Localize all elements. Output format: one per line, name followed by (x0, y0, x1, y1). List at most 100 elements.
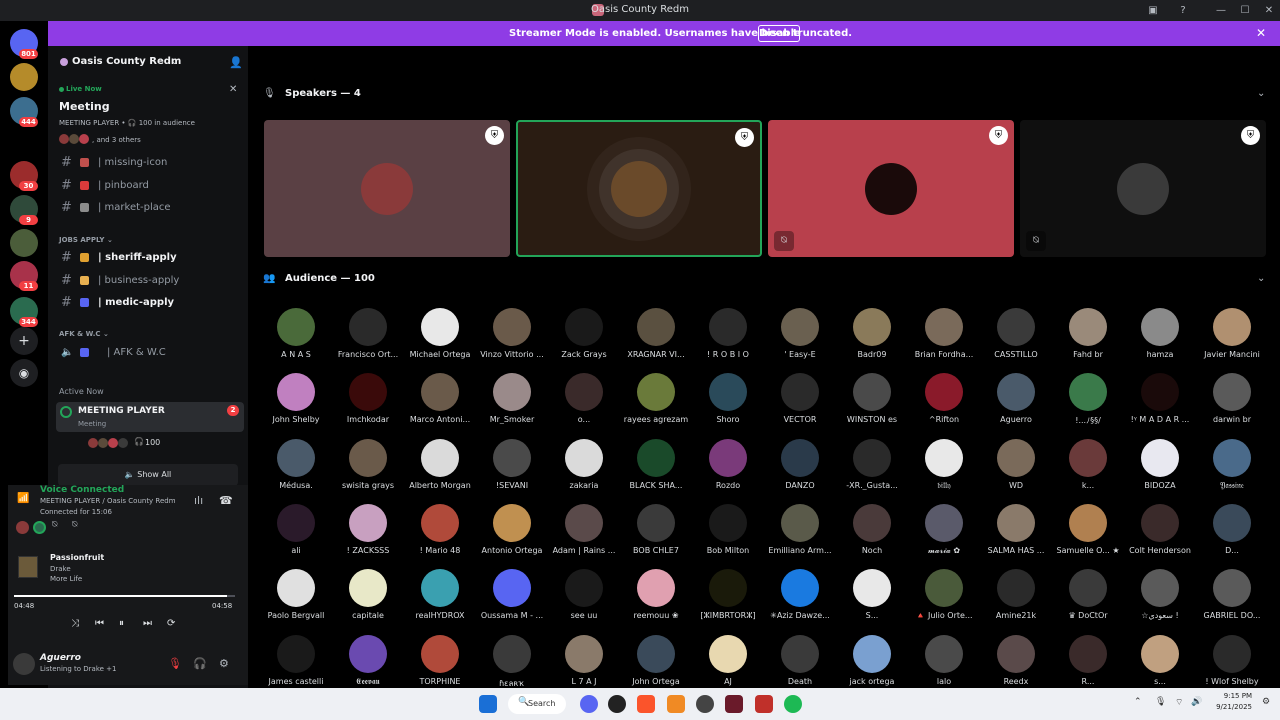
next-icon[interactable]: ⏭ (143, 618, 152, 629)
audience-member[interactable]: Rozdo (692, 438, 764, 499)
category-jobs-apply[interactable]: JOBS APPLY ⌄ (59, 236, 113, 244)
audience-member[interactable]: !...ﾉ§§/ (1052, 373, 1124, 433)
audience-member[interactable]: see uu (548, 569, 620, 629)
audience-member[interactable]: DANZO (764, 438, 836, 499)
audience-member[interactable]: Bob Milton (692, 503, 764, 564)
invite-icon[interactable]: 👤 (229, 56, 243, 69)
show-all-button[interactable]: 🔈 Show All (58, 464, 238, 486)
audience-member[interactable]: James castelli (260, 634, 332, 695)
audience-member[interactable]: [ⵣIMBRTORⵣ] (692, 569, 764, 629)
audience-member[interactable]: Michael Ortega (404, 308, 476, 368)
audience-member[interactable]: R... (1052, 634, 1124, 695)
github-icon[interactable] (608, 695, 626, 713)
audience-member[interactable]: o... (548, 373, 620, 433)
speaker-tile[interactable]: ⛨ (516, 120, 762, 257)
chevron-up-icon[interactable]: ⌃ (1134, 697, 1142, 707)
audience-member[interactable]: darwin br (1196, 373, 1268, 433)
audience-member[interactable]: Death (764, 634, 836, 695)
audience-member[interactable]: jack ortega (836, 634, 908, 695)
audience-member[interactable]: Paolo Bergvall (260, 569, 332, 629)
audience-member[interactable]: 𝔜𝔞𝔰𝔰𝔦𝔫𝔢 (1196, 438, 1268, 499)
server-icon[interactable] (10, 63, 38, 91)
audience-member[interactable]: !ᵞ M A D A R ... (1124, 373, 1196, 433)
audience-member[interactable]: Alberto Morgan (404, 438, 476, 499)
channel-pinboard[interactable]: # | pinboard (58, 177, 244, 197)
explore-icon[interactable]: ◉ (10, 359, 38, 387)
voice-channel-afk[interactable]: 🔈 | AFK & W.C (58, 344, 244, 364)
channel-sheriff-apply[interactable]: # | sheriff-apply (58, 249, 244, 269)
discord-icon[interactable] (580, 695, 598, 713)
spotify-icon[interactable] (784, 695, 802, 713)
audience-member[interactable]: CASSTILLO (980, 308, 1052, 368)
speaker-tile[interactable]: ⛨ ⍉ (768, 120, 1014, 257)
chevron-down-icon[interactable]: ⌄ (171, 57, 179, 67)
audience-member[interactable]: Médusa. (260, 438, 332, 499)
audience-member[interactable]: GABRIEL DO... (1196, 569, 1268, 629)
mic-muted-icon[interactable]: 🎙 (168, 657, 182, 670)
audience-member[interactable]: ' Easy-E (764, 308, 836, 368)
audience-member[interactable]: ! R O B I O (692, 308, 764, 368)
close-icon[interactable]: ✕ (229, 84, 237, 95)
audience-member[interactable]: k... (1052, 438, 1124, 499)
audience-member[interactable]: Zack Grays (548, 308, 620, 368)
inbox-icon[interactable]: ▣ (1145, 3, 1161, 18)
audience-member[interactable]: D... (1196, 503, 1268, 564)
audience-member[interactable]: BIDOZA (1124, 438, 1196, 499)
audience-member[interactable]: Fahd br (1052, 308, 1124, 368)
gear-icon[interactable]: ⚙ (219, 657, 229, 670)
minimize-button[interactable]: — (1213, 3, 1229, 18)
username[interactable]: Aguerro (40, 653, 81, 663)
windows-start-icon[interactable] (479, 695, 497, 713)
app-icon[interactable] (667, 695, 685, 713)
audience-member[interactable]: Colt Henderson (1124, 503, 1196, 564)
audience-member[interactable]: ɦɛลʀҡ (476, 634, 548, 695)
repeat-icon[interactable]: ⟳ (167, 618, 175, 629)
audience-member[interactable]: ^Rifton (908, 373, 980, 433)
audience-member[interactable]: Badr09 (836, 308, 908, 368)
speaker-tile[interactable]: ⛨ (264, 120, 510, 257)
audience-member[interactable]: Imchkodar (332, 373, 404, 433)
audience-member[interactable]: ꓫRAGNAR VI... (620, 308, 692, 368)
channel-business-apply[interactable]: # | business-apply (58, 272, 244, 292)
audience-member[interactable]: WD (980, 438, 1052, 499)
channel-medic-apply[interactable]: # | medic-apply (58, 294, 244, 314)
app-icon[interactable] (696, 695, 714, 713)
headphones-icon[interactable]: 🎧 (193, 657, 207, 670)
audience-member[interactable]: swisita grays (332, 438, 404, 499)
audience-member[interactable]: 🔺 Julio Orte... (908, 569, 980, 629)
server-icon[interactable] (10, 229, 38, 257)
mic-icon[interactable]: 🎙 (1155, 697, 1166, 707)
audience-member[interactable]: L 7 A J (548, 634, 620, 695)
close-window-button[interactable]: ✕ (1261, 3, 1277, 18)
brave-icon[interactable] (637, 695, 655, 713)
audience-member[interactable]: BLACK SHA... (620, 438, 692, 499)
audience-member[interactable]: 𝓶𝓪𝓻𝓲𝓪 ✿ (908, 503, 980, 564)
help-icon[interactable]: ? (1175, 3, 1191, 18)
audience-member[interactable]: Vinzo Vittorio ... (476, 308, 548, 368)
audience-member[interactable]: TORPHINE (404, 634, 476, 695)
stage-title[interactable]: Meeting (59, 100, 110, 113)
audience-member[interactable]: ! Wlof Shelby (1196, 634, 1268, 695)
audience-member[interactable]: rayees agrezam (620, 373, 692, 433)
chevron-down-icon[interactable]: ⌄ (1257, 88, 1265, 99)
app-icon[interactable] (725, 695, 743, 713)
audience-member[interactable]: WINSTON es (836, 373, 908, 433)
add-server-icon[interactable]: + (10, 327, 38, 355)
audience-member[interactable]: Noch (836, 503, 908, 564)
audience-member[interactable]: Samuelle O... ★ (1052, 503, 1124, 564)
audience-member[interactable]: BOB CHLE7 (620, 503, 692, 564)
audience-member[interactable]: SALMA HAS ... (980, 503, 1052, 564)
audience-member[interactable]: reemouu ❀ (620, 569, 692, 629)
mute-icon[interactable]: ⍉ (72, 520, 77, 530)
audience-member[interactable]: ✳Aziz Dawze... (764, 569, 836, 629)
audience-member[interactable]: Shoro (692, 373, 764, 433)
channel-missing-icon[interactable]: # | missing-icon (58, 154, 244, 174)
audience-member[interactable]: VECTOR (764, 373, 836, 433)
signal-icon[interactable]: 📶 (17, 493, 29, 504)
disconnect-icon[interactable]: ☎ (219, 494, 233, 507)
audience-member[interactable]: John Shelby (260, 373, 332, 433)
speaker-tile[interactable]: ⛨ ⍉ (1020, 120, 1266, 257)
app-icon[interactable] (755, 695, 773, 713)
audience-member[interactable]: John Ortega (620, 634, 692, 695)
audience-member[interactable]: Aguerro (980, 373, 1052, 433)
